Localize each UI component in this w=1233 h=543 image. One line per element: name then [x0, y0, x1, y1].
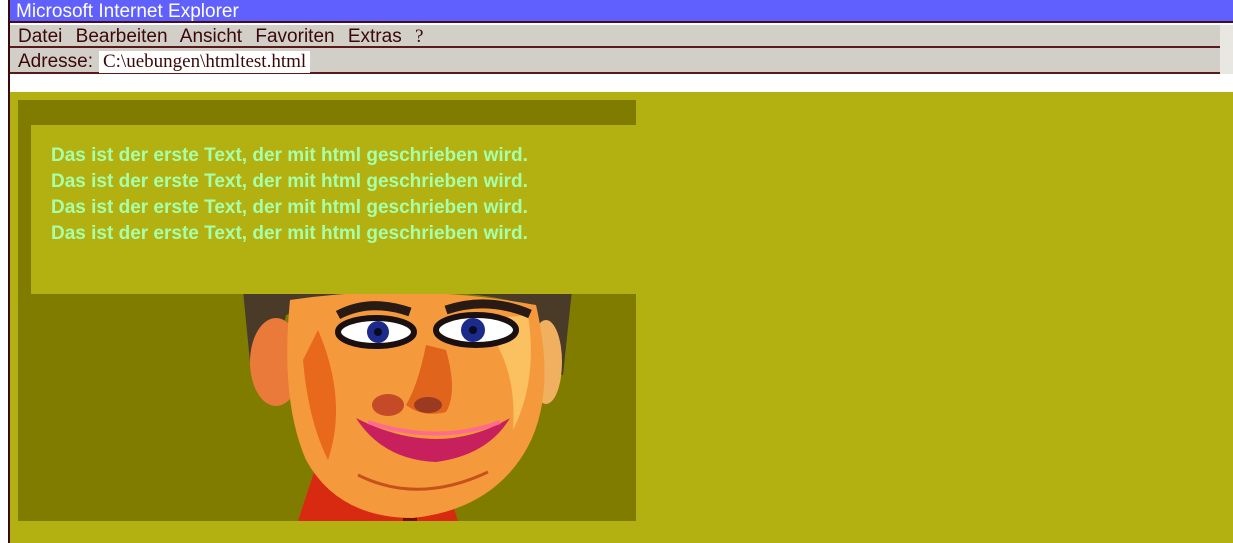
toolbar-edge: [1220, 25, 1233, 74]
text-line: Das ist der erste Text, der mit html ges…: [51, 197, 528, 218]
menu-item-extras[interactable]: Extras: [348, 26, 402, 47]
toolbar-area: Datei Bearbeiten Ansicht Favoriten Extra…: [10, 25, 1233, 74]
text-line: Das ist der erste Text, der mit html ges…: [51, 223, 528, 244]
content-top-strip: [10, 92, 1233, 100]
text-block: Das ist der erste Text, der mit html ges…: [31, 125, 636, 294]
text-line: Das ist der erste Text, der mit html ges…: [51, 171, 528, 192]
menu-item-bearbeiten[interactable]: Bearbeiten: [76, 26, 168, 47]
title-bar: Microsoft Internet Explorer: [10, 0, 1233, 23]
window-title: Microsoft Internet Explorer: [16, 1, 239, 22]
address-input[interactable]: C:\uebungen\htmltest.html: [98, 51, 311, 73]
menu-item-favoriten[interactable]: Favoriten: [255, 26, 334, 47]
address-label: Adresse:: [18, 51, 93, 72]
menu-item-ansicht[interactable]: Ansicht: [180, 26, 242, 47]
menu-item-datei[interactable]: Datei: [18, 26, 62, 47]
menu-bar: Datei Bearbeiten Ansicht Favoriten Extra…: [10, 25, 1220, 48]
browser-window: Microsoft Internet Explorer Datei Bearbe…: [8, 0, 1233, 543]
page-content: Das ist der erste Text, der mit html ges…: [10, 92, 1233, 543]
text-line: Das ist der erste Text, der mit html ges…: [51, 145, 528, 166]
menu-item-help[interactable]: ?: [415, 26, 423, 47]
address-bar: Adresse: C:\uebungen\htmltest.html: [10, 50, 1220, 74]
